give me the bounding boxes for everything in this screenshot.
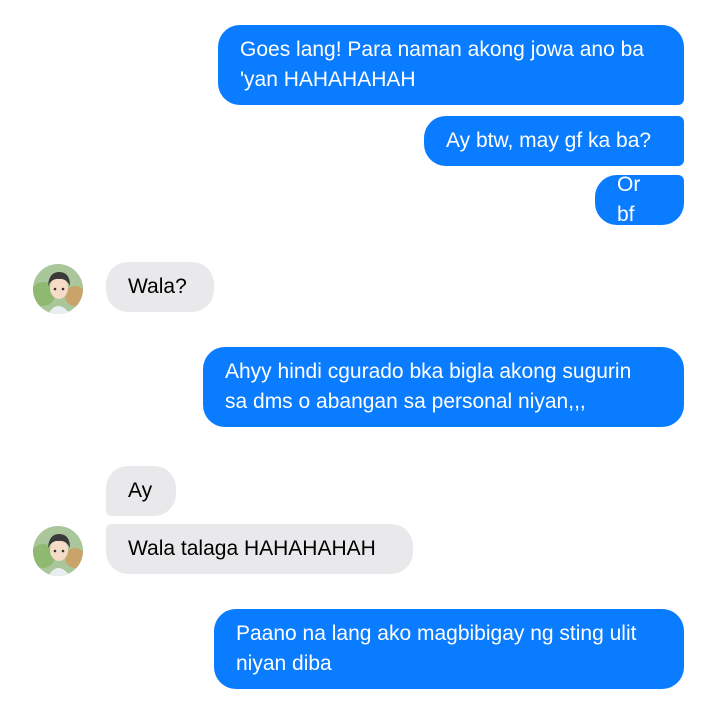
sent-message-bubble[interactable]: Paano na lang ako magbibigay ng sting ul… [214,609,684,689]
contact-avatar[interactable] [33,264,83,314]
received-message-bubble[interactable]: Ay [106,466,176,516]
sent-message-bubble[interactable]: Or bf [595,173,684,226]
received-message-bubble[interactable]: Wala talaga HAHAHAHAH [106,524,413,574]
contact-avatar[interactable] [33,526,83,576]
anime-character-avatar-icon [33,264,83,314]
received-message-bubble[interactable]: Wala? [106,262,214,312]
anime-character-avatar-icon [33,526,83,576]
sent-message-bubble[interactable]: Ay btw, may gf ka ba? [424,116,684,166]
sent-message-bubble[interactable]: Ahyy hindi cgurado bka bigla akong sugur… [203,347,684,427]
sent-message-bubble[interactable]: Goes lang! Para naman akong jowa ano ba … [218,25,684,105]
